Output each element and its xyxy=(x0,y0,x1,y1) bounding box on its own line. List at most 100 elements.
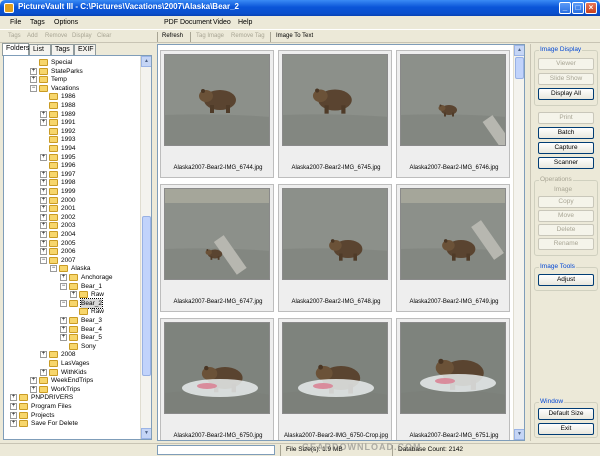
folder-icon xyxy=(79,308,88,316)
expand-icon[interactable]: + xyxy=(40,153,47,161)
tool-tags[interactable]: Tags xyxy=(8,33,21,39)
menu-pdf-document[interactable]: PDF Document xyxy=(164,19,212,26)
folder-icon xyxy=(49,136,58,144)
watermark: GEARDOWNLOAD.COM xyxy=(302,442,422,452)
expand-icon[interactable]: + xyxy=(40,119,47,127)
thumbnail-card[interactable]: Alaska2007-Bear2-IMG_6747.jpg xyxy=(160,184,274,312)
expand-icon[interactable]: + xyxy=(30,67,37,75)
minimize-button[interactable]: _ xyxy=(559,2,571,14)
expand-icon[interactable]: + xyxy=(60,325,67,333)
tree-scrollbar[interactable]: ▲ ▼ xyxy=(140,56,151,439)
tree-node-label: Save For Delete xyxy=(31,420,78,428)
thumbnail-card[interactable]: Alaska2007-Bear2-IMG_6746.jpg xyxy=(396,50,510,178)
collapse-icon[interactable]: − xyxy=(50,265,57,273)
menu-file[interactable]: File xyxy=(10,19,21,26)
folder-icon xyxy=(49,170,58,178)
expand-icon[interactable]: + xyxy=(40,239,47,247)
adjust-button[interactable]: Adjust xyxy=(538,274,594,286)
refresh-button[interactable]: Refresh xyxy=(162,33,183,39)
folder-icon xyxy=(69,317,78,324)
collapse-icon[interactable]: − xyxy=(60,282,67,290)
menu-bar: File Tags Options PDF Document Video Hel… xyxy=(0,16,600,30)
expand-icon[interactable]: + xyxy=(40,222,47,230)
expand-icon[interactable]: + xyxy=(10,394,17,402)
rename-button[interactable]: Rename xyxy=(538,238,594,250)
thumbnail-caption: Alaska2007-Bear2-IMG_6751.jpg xyxy=(409,433,499,439)
scroll-down-arrow[interactable]: ▼ xyxy=(514,429,524,440)
folder-icon xyxy=(79,291,88,299)
expand-icon[interactable]: + xyxy=(40,179,47,187)
expand-icon[interactable]: + xyxy=(40,196,47,204)
close-button[interactable]: × xyxy=(585,2,597,14)
thumbnail-card[interactable]: Alaska2007-Bear2-IMG_6749.jpg xyxy=(396,184,510,312)
expand-icon[interactable]: + xyxy=(30,377,37,385)
copy-button[interactable]: Copy xyxy=(538,196,594,208)
capture-button[interactable]: Capture xyxy=(538,142,594,154)
slideshow-button[interactable]: Slide Show xyxy=(538,73,594,85)
thumbnail-card[interactable]: Alaska2007-Bear2-IMG_6751.jpg xyxy=(396,318,510,440)
viewer-button[interactable]: Viewer xyxy=(538,58,594,70)
scanner-button[interactable]: Scanner xyxy=(538,157,594,169)
display-all-button[interactable]: Display All xyxy=(538,88,594,100)
thumbnail-card[interactable]: Alaska2007-Bear2-IMG_6744.jpg xyxy=(160,50,274,178)
scroll-thumb[interactable] xyxy=(515,57,524,79)
move-button[interactable]: Move xyxy=(538,210,594,222)
expand-icon[interactable]: + xyxy=(10,411,17,419)
menu-options[interactable]: Options xyxy=(54,19,78,26)
expand-icon[interactable]: + xyxy=(40,205,47,213)
image-to-text-button[interactable]: Image To Text xyxy=(276,33,313,39)
folder-icon xyxy=(49,188,58,195)
scroll-thumb[interactable] xyxy=(142,216,151,376)
tool-add[interactable]: Add xyxy=(27,33,38,39)
tool-remove[interactable]: Remove xyxy=(45,33,67,39)
thumbnail-caption: Alaska2007-Bear2-IMG_6750.jpg xyxy=(173,433,263,439)
expand-icon[interactable]: + xyxy=(40,188,47,195)
expand-icon[interactable]: + xyxy=(40,351,47,359)
menu-tags[interactable]: Tags xyxy=(30,19,45,26)
collapse-icon[interactable]: − xyxy=(30,84,37,92)
scroll-down-arrow[interactable]: ▼ xyxy=(141,428,151,439)
collapse-icon[interactable]: − xyxy=(60,299,67,307)
folder-icon xyxy=(49,360,58,367)
expand-icon[interactable]: + xyxy=(70,291,77,299)
delete-button[interactable]: Delete xyxy=(538,224,594,236)
thumbnail-card[interactable]: Alaska2007-Bear2-IMG_6748.jpg xyxy=(278,184,392,312)
maximize-button[interactable]: □ xyxy=(572,2,584,14)
folder-icon xyxy=(49,110,58,118)
folder-icon xyxy=(49,127,58,135)
tool-display[interactable]: Display xyxy=(72,33,92,39)
thumbnail-card[interactable]: Alaska2007-Bear2-IMG_6745.jpg xyxy=(278,50,392,178)
gallery-scrollbar[interactable]: ▲ ▼ xyxy=(513,45,524,440)
scroll-up-arrow[interactable]: ▲ xyxy=(514,45,524,56)
expand-icon[interactable]: + xyxy=(30,385,37,393)
expand-icon[interactable]: + xyxy=(10,420,17,428)
expand-icon[interactable]: + xyxy=(40,368,47,376)
folder-icon xyxy=(19,411,28,419)
exit-button[interactable]: Exit xyxy=(538,423,594,435)
thumbnail-card[interactable]: Alaska2007-Bear2-IMG_6750.jpg xyxy=(160,318,274,440)
remove-tag-button[interactable]: Remove Tag xyxy=(231,33,265,39)
scroll-up-arrow[interactable]: ▲ xyxy=(141,56,151,67)
collapse-icon[interactable]: − xyxy=(40,256,47,264)
expand-icon[interactable]: + xyxy=(40,110,47,118)
expand-icon[interactable]: + xyxy=(40,248,47,256)
expand-icon[interactable]: + xyxy=(40,213,47,221)
print-button[interactable]: Print xyxy=(538,112,594,124)
thumbnail-card[interactable]: Alaska2007-Bear2-IMG_6750-Crop.jpg xyxy=(278,318,392,440)
tag-image-button[interactable]: Tag Image xyxy=(196,33,224,39)
expand-icon[interactable]: + xyxy=(10,403,17,410)
expand-icon[interactable]: + xyxy=(40,231,47,238)
folder-icon xyxy=(39,59,48,66)
expand-icon[interactable]: + xyxy=(40,170,47,178)
expand-icon[interactable]: + xyxy=(60,274,67,281)
expand-icon[interactable]: + xyxy=(60,334,67,342)
batch-button[interactable]: Batch xyxy=(538,127,594,139)
menu-video[interactable]: Video xyxy=(213,19,231,26)
default-size-button[interactable]: Default Size xyxy=(538,408,594,420)
folder-icon xyxy=(69,274,78,281)
expand-icon[interactable]: + xyxy=(30,76,37,84)
menu-help[interactable]: Help xyxy=(238,19,252,26)
thumbnail-image xyxy=(400,322,506,414)
tool-clear[interactable]: Clear xyxy=(97,33,111,39)
expand-icon[interactable]: + xyxy=(60,317,67,324)
